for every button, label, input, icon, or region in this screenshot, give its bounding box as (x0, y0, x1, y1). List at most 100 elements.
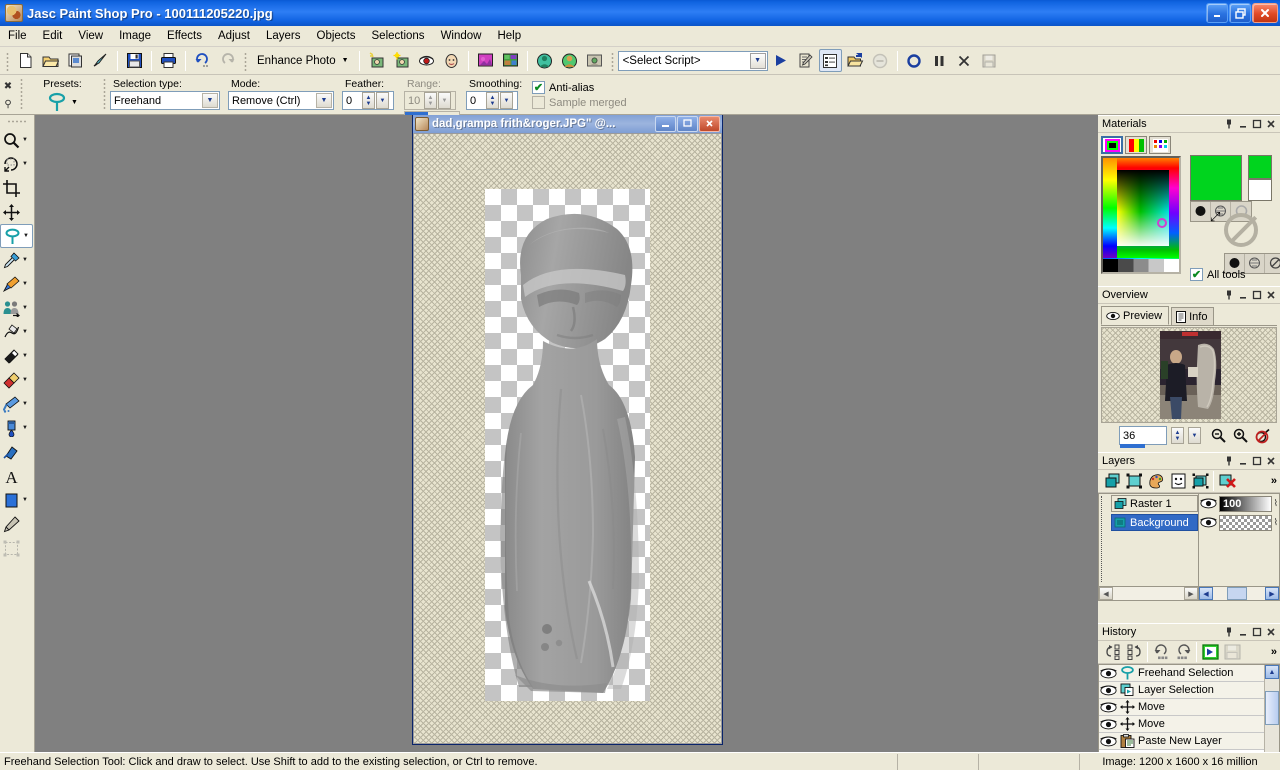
materials-titlebar[interactable]: Materials (1098, 116, 1280, 133)
layer-row-background[interactable]: Background (1099, 513, 1198, 532)
layers-props-hscrollbar[interactable]: ◀ ▶ (1198, 586, 1280, 601)
all-tools-checkbox[interactable]: ✔ (1190, 268, 1203, 281)
automatic-color-balance-button[interactable] (499, 49, 522, 72)
tool-paint-brush[interactable]: ▼ (0, 272, 33, 296)
scroll-right-button[interactable]: ▶ (1265, 587, 1279, 600)
close-button[interactable] (1252, 3, 1278, 23)
new-image-button[interactable] (14, 49, 37, 72)
save-script-button[interactable] (978, 49, 1001, 72)
tool-clone-brush[interactable]: ▼ (0, 296, 33, 320)
maximize-button[interactable] (1250, 625, 1264, 639)
tool-flood-fill[interactable]: ▼ (0, 416, 33, 440)
menu-help[interactable]: Help (489, 27, 529, 45)
chevron-down-icon[interactable]: ▼ (316, 93, 332, 108)
new-raster-layer-button[interactable] (1101, 471, 1123, 492)
run-selected-actions-button[interactable] (1199, 642, 1221, 663)
chevron-down-icon[interactable]: ▼ (23, 233, 29, 239)
tool-zoom[interactable]: ▼ (0, 128, 33, 152)
pin-icon[interactable]: ⚲ (4, 99, 11, 110)
tool-preset-shape[interactable]: ▼ (0, 488, 33, 512)
close-button[interactable] (1264, 625, 1278, 639)
redo-button[interactable] (1172, 642, 1194, 663)
menu-file[interactable]: File (0, 27, 35, 45)
layer-blend-bar[interactable] (1219, 514, 1272, 531)
undo-to-here-button[interactable] (1101, 642, 1123, 663)
zoom-out-button[interactable] (1209, 427, 1227, 444)
delete-layer-button[interactable] (1216, 471, 1238, 492)
canvas-workspace[interactable]: dad,grampa frith&roger.JPG" @... (35, 115, 1098, 752)
tab-preview[interactable]: Preview (1101, 306, 1170, 325)
menu-objects[interactable]: Objects (309, 27, 364, 45)
minimize-button[interactable] (1236, 454, 1250, 468)
scroll-up-button[interactable]: ▲ (1265, 665, 1279, 679)
zoom-in-button[interactable] (1231, 427, 1249, 444)
cancel-script-button[interactable] (953, 49, 976, 72)
chevron-double-right-icon[interactable]: » (1271, 646, 1280, 658)
menu-window[interactable]: Window (433, 27, 490, 45)
mode-combo[interactable]: Remove (Ctrl) ▼ (228, 91, 334, 110)
print-button[interactable] (157, 49, 180, 72)
history-item-move-2[interactable]: Move (1099, 716, 1279, 733)
feather-slider-dropdown[interactable]: ▼ (376, 92, 389, 109)
close-icon[interactable]: ✖ (4, 81, 12, 92)
pin-button[interactable] (1222, 454, 1236, 468)
chevron-double-right-icon[interactable]: » (1271, 475, 1280, 487)
foreground-solid-color-button[interactable] (1191, 202, 1211, 221)
chevron-down-icon[interactable]: ▼ (22, 497, 28, 503)
edit-script-button[interactable] (794, 49, 817, 72)
toolbar-grip[interactable] (609, 50, 615, 71)
zoom-input[interactable]: 36 (1119, 426, 1167, 448)
eye-icon[interactable] (1100, 735, 1117, 748)
layers-hscrollbar[interactable]: ◀ ▶ (1098, 586, 1199, 601)
eye-icon[interactable] (1100, 718, 1117, 731)
background-color-swatch[interactable] (1248, 155, 1272, 179)
doc-close-button[interactable] (699, 115, 720, 132)
layer-link-icon[interactable]: ⌇ (1274, 517, 1278, 528)
grayscale-strip[interactable] (1103, 259, 1179, 272)
new-mask-layer-button[interactable] (1167, 471, 1189, 492)
overview-thumbnail-area[interactable] (1101, 327, 1277, 423)
chevron-down-icon[interactable]: ▼ (22, 257, 28, 263)
zoom-stepper[interactable]: ▲ ▼ (1171, 427, 1184, 444)
menu-view[interactable]: View (70, 27, 111, 45)
minimize-button[interactable] (1236, 625, 1250, 639)
smoothing-slider-dropdown[interactable]: ▼ (500, 92, 513, 109)
layer-link-icon[interactable]: ⌇ (1274, 498, 1278, 509)
pin-button[interactable] (1222, 625, 1236, 639)
red-eye-removal-button[interactable] (415, 49, 438, 72)
history-item-layer-selection[interactable]: Layer Selection (1099, 682, 1279, 699)
sharpen-button[interactable] (583, 49, 606, 72)
toolbar-grip[interactable] (5, 50, 10, 71)
rainbow-tab[interactable] (1125, 136, 1147, 154)
clarify-button[interactable] (533, 49, 556, 72)
doc-restore-button[interactable] (677, 115, 698, 132)
one-step-photo-fix-button[interactable] (365, 49, 388, 72)
eye-icon[interactable] (1200, 516, 1217, 529)
menu-adjust[interactable]: Adjust (210, 27, 258, 45)
menu-image[interactable]: Image (111, 27, 159, 45)
feather-stepper[interactable]: ▲ ▼ (362, 92, 375, 109)
smoothing-input[interactable]: 0 ▲ ▼ ▼ (466, 91, 518, 110)
screen-capture-button[interactable] (89, 49, 112, 72)
chevron-down-icon[interactable]: ▼ (22, 329, 28, 335)
color-picker-wheel[interactable] (1101, 156, 1181, 274)
maximize-button[interactable] (1250, 288, 1264, 302)
eye-icon[interactable] (1100, 684, 1117, 697)
tool-crop[interactable] (0, 176, 33, 200)
pause-script-button[interactable] (928, 49, 951, 72)
menu-selections[interactable]: Selections (364, 27, 433, 45)
anti-alias-checkbox[interactable]: ✔ (532, 81, 545, 94)
save-quickscript-button[interactable] (1221, 642, 1243, 663)
eye-icon[interactable] (1200, 497, 1217, 510)
tool-picture-tube[interactable]: ▼ (0, 392, 33, 416)
tool-scratch-remover[interactable]: ▼ (0, 320, 33, 344)
scroll-left-button[interactable]: ◀ (1099, 587, 1113, 600)
new-art-media-layer-button[interactable] (1145, 471, 1167, 492)
tool-dodge-burn[interactable]: ▼ (0, 344, 33, 368)
chevron-down-icon[interactable]: ▼ (202, 93, 218, 108)
foreground-color-swatch[interactable] (1190, 155, 1242, 201)
history-titlebar[interactable]: History (1098, 624, 1280, 641)
open-script-button[interactable] (844, 49, 867, 72)
layer-name-cell[interactable]: Raster 1 (1111, 495, 1198, 512)
redo-button[interactable] (216, 49, 239, 72)
